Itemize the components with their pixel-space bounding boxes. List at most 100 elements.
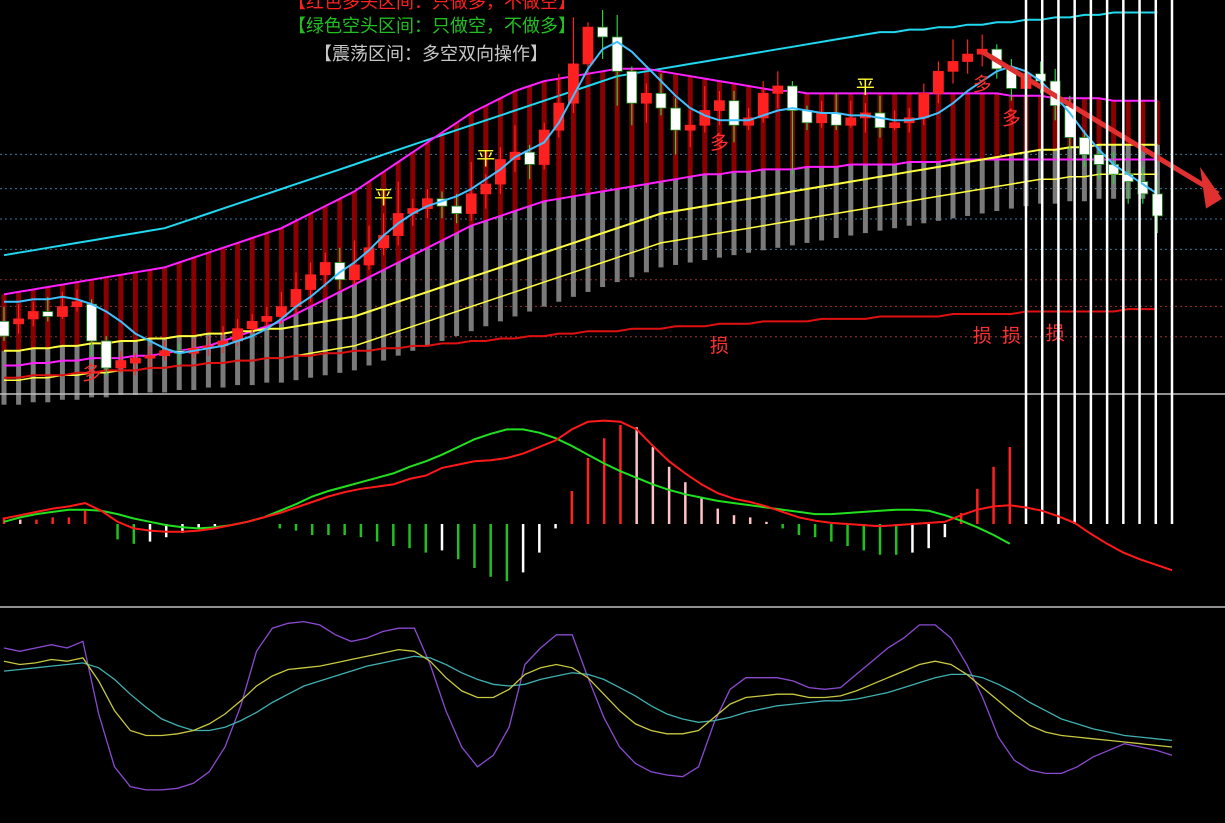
signal-marker: 损: [1046, 323, 1065, 345]
candle-up: [816, 112, 827, 124]
band-bar-neutral: [702, 174, 708, 261]
band-bar-bull: [162, 267, 168, 339]
signal-marker: 损: [973, 325, 992, 347]
band-bar-neutral: [658, 181, 664, 268]
band-bar-bull: [1111, 100, 1117, 145]
candle-up: [582, 26, 594, 65]
band-bar-neutral: [687, 176, 693, 263]
candle-down: [1152, 193, 1163, 217]
band-bar-neutral: [614, 188, 620, 283]
band-bar-neutral: [395, 262, 401, 356]
band-bar-neutral: [877, 164, 883, 231]
candle-up: [918, 92, 930, 119]
candle-up: [13, 318, 25, 325]
band-bar-neutral: [804, 166, 810, 243]
band-bar-neutral: [848, 164, 854, 236]
candle-up: [71, 301, 83, 308]
band-bar-neutral: [965, 159, 971, 216]
signal-marker: 平: [856, 76, 875, 98]
price-chart-canvas: 平平平多多多多损损损损: [0, 0, 1225, 791]
candle-up: [115, 360, 127, 369]
legend-bear-zone: 【绿色空头区间：只做空，不做多】: [288, 16, 576, 37]
band-bar-bull: [965, 93, 971, 160]
candle-up: [27, 311, 39, 320]
band-bar-neutral: [775, 169, 781, 248]
candle-down: [874, 112, 886, 129]
band-bar-neutral: [351, 284, 357, 371]
band-bar-neutral: [643, 184, 649, 273]
candle-up: [378, 235, 390, 249]
signal-marker: 损: [1002, 325, 1021, 347]
band-bar-neutral: [600, 191, 606, 288]
band-bar-neutral: [264, 326, 270, 383]
candle-down: [42, 311, 54, 317]
candle-down: [830, 112, 842, 126]
band-bar-bull: [205, 252, 211, 334]
band-bar-neutral: [862, 164, 868, 234]
band-bar-neutral: [746, 171, 752, 253]
legend-range-zone: 【震荡区间：多空双向操作】: [314, 44, 548, 65]
band-bar-bull: [235, 242, 241, 332]
candle-down: [801, 110, 813, 124]
band-bar-neutral: [731, 171, 737, 256]
band-bar-bull: [176, 262, 182, 337]
candle-up: [933, 70, 944, 94]
band-bar-neutral: [979, 159, 985, 214]
band-bar-bull: [220, 247, 226, 334]
band-bar-neutral: [410, 255, 416, 351]
band-bar-neutral: [921, 162, 927, 224]
signal-marker: 损: [710, 335, 729, 357]
band-bar-neutral: [819, 166, 825, 241]
candle-down: [451, 205, 463, 214]
candle-up: [144, 355, 156, 359]
band-bar-neutral: [366, 277, 372, 366]
kdj-panel[interactable]: [3, 620, 1173, 791]
band-bar-neutral: [1067, 147, 1073, 202]
band-bar-neutral: [249, 331, 255, 386]
candle-down: [100, 340, 112, 369]
band-bar-bull: [147, 269, 153, 339]
band-bar-bull: [600, 71, 606, 192]
band-bar-neutral: [673, 179, 679, 265]
candle-down: [524, 151, 535, 165]
candle-up: [348, 264, 360, 281]
candle-down: [86, 303, 97, 342]
signal-marker: 平: [374, 186, 393, 208]
band-bar-bull: [118, 274, 124, 341]
candle-down: [1093, 154, 1105, 165]
candle-down: [626, 70, 638, 104]
band-bar-bull: [132, 272, 138, 341]
band-bar-bull: [935, 93, 941, 162]
candle-down: [597, 26, 608, 38]
candle-up: [845, 117, 857, 126]
band-bar-neutral: [337, 291, 343, 373]
band-bar-neutral: [950, 159, 956, 219]
signal-marker: 平: [476, 147, 495, 169]
candle-down: [787, 85, 798, 111]
candle-up: [159, 350, 171, 357]
band-bar-bull: [439, 132, 445, 241]
candle-up: [538, 129, 550, 165]
band-bar-neutral: [1008, 154, 1014, 209]
band-bar-neutral: [293, 314, 299, 381]
band-bar-bull: [979, 93, 985, 160]
candle-down: [655, 92, 667, 109]
candle-up: [641, 92, 652, 104]
candle-up: [480, 183, 492, 195]
candle-up: [962, 53, 973, 62]
candle-up: [129, 357, 141, 364]
signal-marker: 多: [710, 132, 729, 154]
candle-up: [684, 124, 696, 131]
band-bar-neutral: [59, 345, 65, 400]
signal-marker: 多: [82, 363, 101, 385]
signal-marker: 多: [1002, 108, 1021, 130]
candle-up: [714, 100, 725, 111]
band-bar-neutral: [424, 247, 430, 346]
band-bar-neutral: [629, 186, 635, 278]
candle-up: [889, 122, 900, 129]
kdj-j-line: [3, 620, 1173, 791]
candle-up: [57, 306, 68, 317]
band-bar-neutral: [322, 299, 328, 376]
candle-up: [261, 316, 273, 322]
band-bar-neutral: [454, 233, 460, 337]
